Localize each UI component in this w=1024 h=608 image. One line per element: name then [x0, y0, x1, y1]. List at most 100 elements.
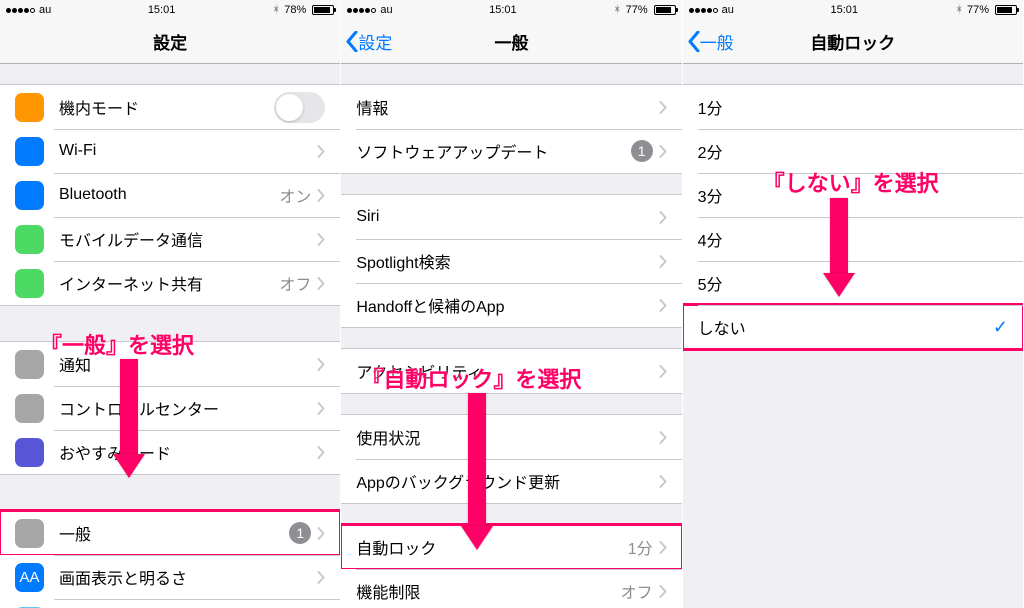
arrow-down-icon: [113, 359, 145, 478]
row-label: 一般: [59, 521, 289, 545]
toggle-switch[interactable]: [274, 92, 325, 123]
row-label: 通知: [59, 352, 317, 376]
app-icon: [15, 93, 44, 122]
general-row[interactable]: ソフトウェアアップデート1: [341, 129, 681, 173]
signal-dots-icon: [347, 8, 376, 13]
general-row[interactable]: Siri: [341, 195, 681, 239]
chevron-right-icon: [659, 255, 667, 268]
settings-row[interactable]: おやすみモード: [0, 430, 340, 474]
chevron-right-icon: [659, 211, 667, 224]
row-label: Appのバックグラウンド更新: [356, 469, 658, 493]
status-battery-pct: 78%: [284, 4, 306, 16]
general-row[interactable]: Spotlight検索: [341, 239, 681, 283]
badge: 1: [289, 522, 311, 544]
chevron-right-icon: [659, 585, 667, 598]
row-label: 1分: [698, 95, 1008, 119]
autolock-row[interactable]: 1分: [683, 85, 1023, 129]
list-siri: Siri Spotlight検索 Handoffと候補のApp: [341, 194, 681, 328]
settings-row[interactable]: 壁紙: [0, 599, 340, 608]
general-row[interactable]: Handoffと候補のApp: [341, 283, 681, 327]
chevron-right-icon: [317, 189, 325, 202]
chevron-left-icon: [345, 31, 358, 52]
status-bar: au 15:01 77%: [683, 0, 1023, 20]
checkmark-icon: ✓: [993, 317, 1008, 338]
list-notify: 通知コントロールセンターおやすみモード: [0, 341, 340, 475]
chevron-right-icon: [317, 527, 325, 540]
chevron-right-icon: [659, 145, 667, 158]
row-label: 使用状況: [356, 425, 658, 449]
status-time: 15:01: [830, 4, 858, 16]
back-button[interactable]: 一般: [687, 29, 734, 54]
list-info: 情報ソフトウェアアップデート1: [341, 84, 681, 174]
settings-row[interactable]: コントロールセンター: [0, 386, 340, 430]
page-title: 自動ロック: [810, 29, 895, 54]
row-label: しない: [698, 315, 993, 339]
general-row[interactable]: 使用状況: [341, 415, 681, 459]
page-title: 一般: [494, 29, 528, 54]
chevron-right-icon: [659, 541, 667, 554]
settings-row[interactable]: Bluetoothオン: [0, 173, 340, 217]
settings-row[interactable]: Wi-Fi: [0, 129, 340, 173]
page-title: 設定: [153, 29, 187, 54]
chevron-right-icon: [317, 233, 325, 246]
app-icon: [15, 181, 44, 210]
nav-bar: 設定: [0, 20, 340, 64]
autolock-row[interactable]: しない✓: [683, 305, 1023, 349]
settings-row[interactable]: インターネット共有オフ: [0, 261, 340, 305]
list-network: 機内モード Wi-Fi Bluetoothオンモバイルデータ通信インターネット共有オ…: [0, 84, 340, 306]
arrow-down-icon: [823, 198, 855, 297]
status-battery-pct: 77%: [626, 4, 648, 16]
settings-row[interactable]: AA画面表示と明るさ: [0, 555, 340, 599]
status-carrier: au: [380, 4, 392, 16]
bluetooth-icon: [272, 4, 280, 16]
signal-dots-icon: [689, 8, 718, 13]
signal-dots-icon: [6, 8, 35, 13]
list-autolock: 自動ロック1分機能制限オフ: [341, 524, 681, 608]
pane-autolock: au 15:01 77% 一般 自動ロック 1分2分3分4分5分しない✓ 『しな…: [683, 0, 1024, 608]
app-icon: [15, 438, 44, 467]
app-icon: [15, 137, 44, 166]
row-label: Bluetooth: [59, 186, 279, 204]
battery-icon: [995, 5, 1017, 15]
app-icon: [15, 394, 44, 423]
back-button[interactable]: 設定: [345, 29, 392, 54]
autolock-row[interactable]: 2分: [683, 129, 1023, 173]
row-label: 情報: [356, 95, 658, 119]
general-row[interactable]: 情報: [341, 85, 681, 129]
row-label: Spotlight検索: [356, 249, 658, 273]
app-icon: [15, 225, 44, 254]
app-icon: AA: [15, 563, 44, 592]
status-carrier: au: [39, 4, 51, 16]
settings-row[interactable]: 機内モード: [0, 85, 340, 129]
settings-row[interactable]: 通知: [0, 342, 340, 386]
row-label: 機能制限: [356, 579, 620, 603]
battery-icon: [654, 5, 676, 15]
chevron-left-icon: [687, 31, 700, 52]
general-row[interactable]: 機能制限オフ: [341, 569, 681, 608]
list-usage: 使用状況 Appのバックグラウンド更新: [341, 414, 681, 504]
general-row[interactable]: Appのバックグラウンド更新: [341, 459, 681, 503]
row-label: アクセシビリティ: [356, 359, 658, 383]
row-label: Siri: [356, 208, 658, 226]
back-label: 設定: [358, 29, 392, 54]
chevron-right-icon: [317, 277, 325, 290]
status-carrier: au: [722, 4, 734, 16]
app-icon: [15, 519, 44, 548]
chevron-right-icon: [317, 145, 325, 158]
general-row[interactable]: アクセシビリティ: [341, 349, 681, 393]
back-label: 一般: [700, 29, 734, 54]
row-label: Wi-Fi: [59, 142, 311, 160]
row-label: 2分: [698, 139, 1008, 163]
list-general: 一般1AA画面表示と明るさ壁紙: [0, 510, 340, 608]
settings-row[interactable]: モバイルデータ通信: [0, 217, 340, 261]
chevron-right-icon: [659, 299, 667, 312]
app-icon: [15, 350, 44, 379]
chevron-right-icon: [317, 402, 325, 415]
chevron-right-icon: [659, 101, 667, 114]
chevron-right-icon: [317, 571, 325, 584]
list-access: アクセシビリティ: [341, 348, 681, 394]
chevron-right-icon: [659, 365, 667, 378]
general-row[interactable]: 自動ロック1分: [341, 525, 681, 569]
settings-row[interactable]: 一般1: [0, 511, 340, 555]
nav-bar: 設定 一般: [341, 20, 681, 64]
